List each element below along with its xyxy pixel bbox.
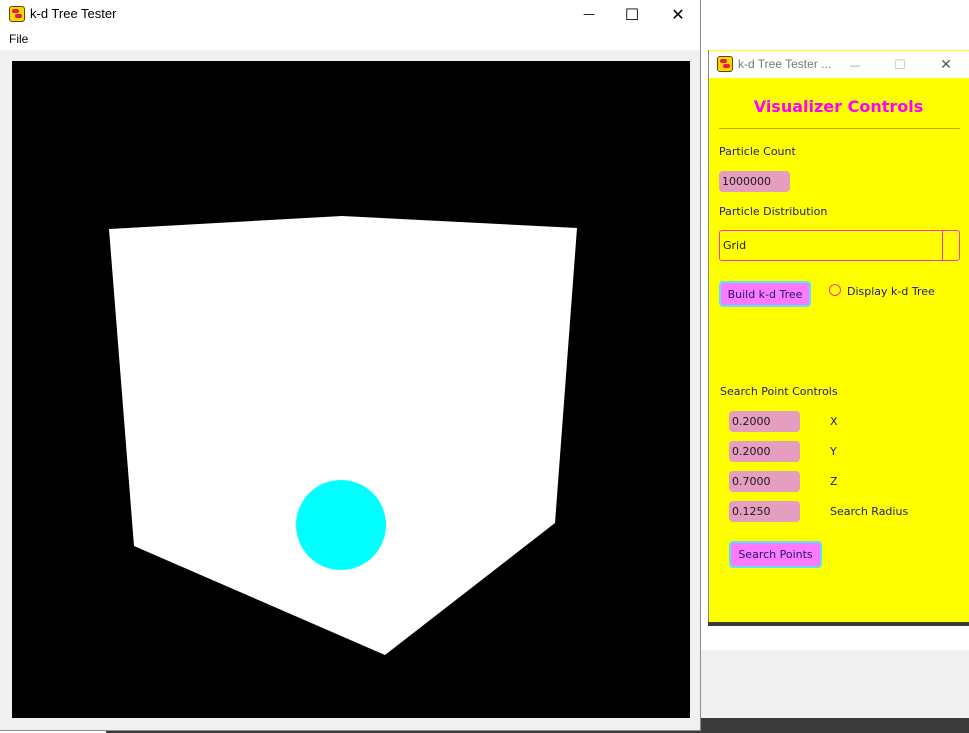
controls-window [708,50,969,624]
minimize-button[interactable]: — [566,0,612,28]
search-x-label: X [830,415,838,428]
menu-file[interactable]: File [9,32,28,46]
particle-distribution-select[interactable] [719,230,960,261]
close-icon: ✕ [671,4,685,24]
controls-app-icon [717,56,733,72]
desktop-background [700,650,969,720]
search-y-label: Y [830,445,837,458]
menu-bar [0,28,700,50]
minimize-icon: — [583,7,595,21]
particle-distribution-value: Grid [723,239,747,252]
minimize-icon: — [849,58,861,72]
search-radius-input[interactable]: 0.1250 [729,501,800,522]
display-tree-radio[interactable] [829,284,841,296]
maximize-button[interactable]: ☐ [609,0,655,28]
particle-cube [109,216,577,655]
controls-maximize-button[interactable]: ☐ [877,51,923,79]
maximize-icon: ☐ [894,57,906,73]
particle-count-input[interactable]: 1000000 [719,171,790,192]
main-window-title: k-d Tree Tester [30,6,117,21]
search-points-button[interactable]: Search Points [729,541,822,568]
scene-canvas [109,216,577,655]
dropdown-separator [942,231,943,260]
search-y-input[interactable]: 0.2000 [729,441,800,462]
search-sphere [296,480,386,570]
close-button[interactable]: ✕ [655,0,701,28]
display-tree-label: Display k-d Tree [847,285,935,298]
particle-count-label: Particle Count [719,145,796,158]
render-viewport[interactable] [12,61,690,718]
particle-distribution-label: Particle Distribution [719,205,828,218]
controls-minimize-button[interactable]: — [832,51,878,79]
search-controls-label: Search Point Controls [720,385,838,398]
maximize-icon: ☐ [624,4,640,24]
controls-window-edge [708,622,969,626]
search-z-label: Z [830,475,838,488]
controls-window-title: k-d Tree Tester ... [738,57,832,71]
close-icon: ✕ [940,57,952,73]
app-icon [9,6,25,22]
search-radius-label: Search Radius [830,505,909,518]
build-tree-button[interactable]: Build k-d Tree [719,281,811,307]
heading-divider [719,128,960,129]
search-x-input[interactable]: 0.2000 [729,411,800,432]
controls-heading: Visualizer Controls [753,97,924,116]
search-z-input[interactable]: 0.7000 [729,471,800,492]
controls-close-button[interactable]: ✕ [923,51,969,79]
